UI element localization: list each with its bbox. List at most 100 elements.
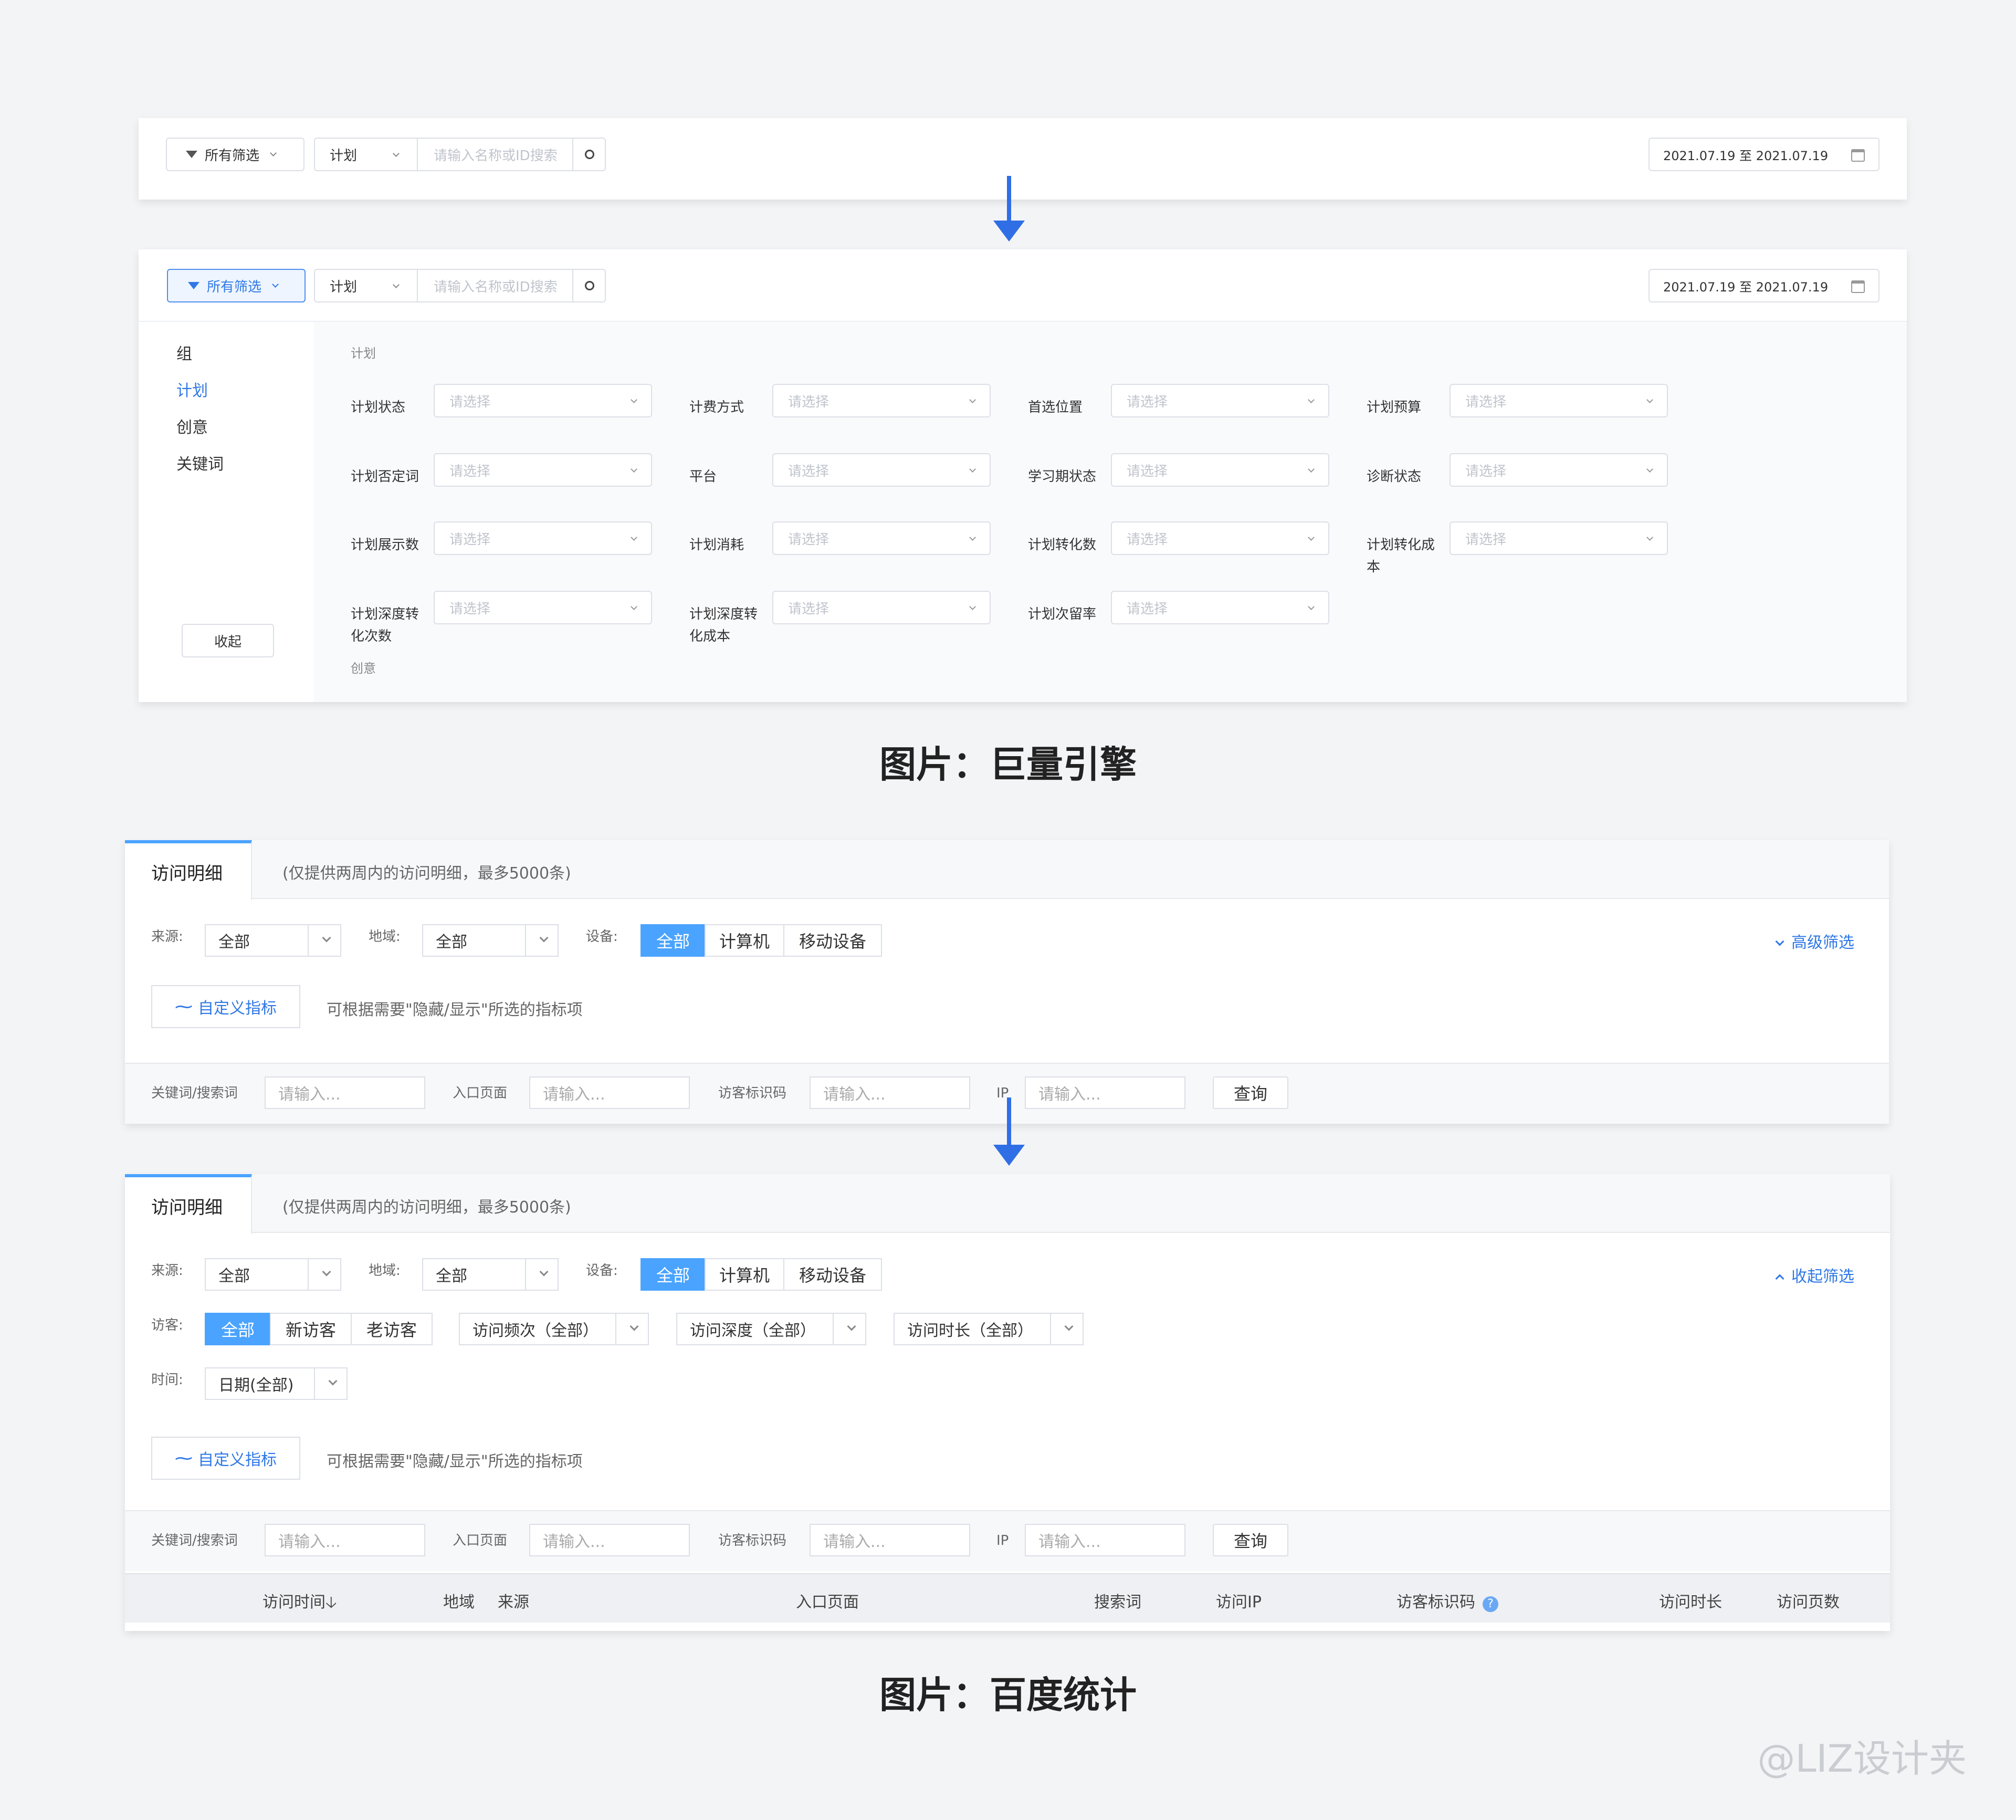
select-placeholder: 请选择: [449, 601, 491, 617]
select-placeholder: 请选择: [1127, 601, 1168, 617]
device-all[interactable]: 全部: [640, 924, 706, 957]
tab-visit-detail[interactable]: 访问明细: [125, 840, 252, 900]
pulse-icon: ⁓: [175, 996, 193, 1017]
filter-label: 诊断状态: [1367, 469, 1422, 485]
filter-select[interactable]: 请选择: [1111, 521, 1329, 555]
keyword-input[interactable]: 请输入...: [265, 1076, 425, 1109]
select-placeholder: 请选择: [1127, 463, 1168, 479]
sidebar-item-keyword[interactable]: 关键词: [176, 451, 224, 474]
visit-duration-select[interactable]: 访问时长（全部）: [894, 1313, 1084, 1345]
ip-input[interactable]: 请输入...: [1025, 1524, 1185, 1556]
chevron-down-icon: [272, 280, 279, 288]
custom-metric-button[interactable]: ⁓ 自定义指标: [151, 985, 300, 1028]
visitor-returning[interactable]: 老访客: [351, 1313, 433, 1345]
source-value: 全部: [218, 933, 250, 951]
date-range-picker[interactable]: 2021.07.19 至 2021.07.19: [1648, 138, 1880, 171]
chevron-down-icon: [539, 1267, 549, 1277]
source-select[interactable]: 全部: [205, 1258, 341, 1291]
col-visit-time[interactable]: 访问时间🡣: [262, 1589, 337, 1617]
select-placeholder: 请选择: [788, 463, 830, 479]
chevron-down-icon: [1308, 466, 1315, 473]
device-computer[interactable]: 计算机: [705, 924, 784, 957]
collapse-button[interactable]: 收起: [182, 624, 274, 657]
region-value: 全部: [436, 1267, 467, 1285]
visitor-all[interactable]: 全部: [205, 1313, 271, 1345]
region-select[interactable]: 全部: [422, 1258, 559, 1291]
sidebar-item-group[interactable]: 组: [176, 341, 192, 364]
plan-select[interactable]: 计划: [330, 276, 357, 296]
keyword-input[interactable]: 请输入...: [265, 1524, 425, 1556]
all-filters-button[interactable]: 所有筛选: [166, 138, 304, 171]
visit-frequency-select[interactable]: 访问频次（全部）: [459, 1313, 649, 1345]
visitor-code-input[interactable]: 请输入...: [810, 1524, 970, 1556]
filter-select[interactable]: 请选择: [1111, 453, 1329, 487]
bd-panel-after: 访问明细 (仅提供两周内的访问明细，最多5000条) 来源: 全部 地域: 全部…: [125, 1174, 1890, 1631]
sort-down-icon: 🡣: [326, 1593, 337, 1612]
filter-select[interactable]: 请选择: [434, 591, 652, 624]
device-mobile[interactable]: 移动设备: [783, 1258, 882, 1291]
pulse-icon: ⁓: [175, 1448, 193, 1469]
select-placeholder: 请选择: [1465, 463, 1507, 479]
region-select[interactable]: 全部: [422, 924, 559, 957]
filter-select[interactable]: 请选择: [434, 453, 652, 487]
tab-visit-detail[interactable]: 访问明细: [125, 1174, 252, 1234]
search-input[interactable]: 请输入名称或ID搜索: [434, 276, 558, 296]
collapse-filter-toggle[interactable]: 收起筛选: [1775, 1263, 1854, 1286]
filter-select[interactable]: 请选择: [772, 453, 991, 487]
filter-select[interactable]: 请选择: [1111, 591, 1329, 624]
ip-label: IP: [996, 1533, 1009, 1549]
plan-search-group: 计划 请输入名称或ID搜索: [314, 269, 606, 302]
filter-select[interactable]: 请选择: [772, 384, 991, 417]
arrow-head: [993, 1145, 1025, 1166]
advanced-filter-toggle[interactable]: 高级筛选: [1775, 929, 1854, 953]
device-computer[interactable]: 计算机: [705, 1258, 784, 1291]
filter-select[interactable]: 请选择: [1450, 384, 1668, 417]
help-icon[interactable]: ?: [1483, 1596, 1498, 1612]
filter-select[interactable]: 请选择: [1450, 521, 1668, 555]
query-button[interactable]: 查询: [1213, 1076, 1288, 1109]
search-icon[interactable]: [585, 281, 594, 290]
filter-sidebar: 组 计划 创意 关键词 收起: [139, 322, 314, 702]
chevron-down-icon: [631, 396, 637, 403]
plan-select[interactable]: 计划: [330, 145, 357, 164]
visitor-code-input[interactable]: 请输入...: [810, 1076, 970, 1109]
chevron-down-icon: [969, 396, 976, 403]
tab-note: (仅提供两周内的访问明细，最多5000条): [282, 864, 571, 883]
search-icon[interactable]: [585, 150, 594, 159]
chevron-down-icon: [1646, 534, 1653, 541]
region-label: 地域:: [369, 929, 401, 945]
device-mobile[interactable]: 移动设备: [783, 924, 882, 957]
device-all[interactable]: 全部: [640, 1258, 706, 1291]
keyword-label: 关键词/搜索词: [151, 1533, 238, 1549]
visitor-new[interactable]: 新访客: [270, 1313, 352, 1345]
filter-select[interactable]: 请选择: [434, 521, 652, 555]
all-filters-button-active[interactable]: 所有筛选: [167, 269, 306, 302]
search-input[interactable]: 请输入名称或ID搜索: [434, 145, 558, 164]
entry-page-input[interactable]: 请输入...: [529, 1524, 690, 1556]
filter-select[interactable]: 请选择: [772, 521, 991, 555]
time-select[interactable]: 日期(全部): [205, 1367, 348, 1400]
ip-input[interactable]: 请输入...: [1025, 1076, 1185, 1109]
query-button[interactable]: 查询: [1213, 1524, 1288, 1556]
filter-label: 计划消耗: [689, 537, 744, 553]
select-placeholder: 请选择: [1127, 394, 1168, 410]
filter-select[interactable]: 请选择: [772, 591, 991, 624]
date-range-text: 2021.07.19 至 2021.07.19: [1663, 279, 1829, 295]
custom-metric-button[interactable]: ⁓ 自定义指标: [151, 1437, 300, 1480]
filter-select[interactable]: 请选择: [434, 384, 652, 417]
filter-select[interactable]: 请选择: [1111, 384, 1329, 417]
device-label: 设备:: [586, 929, 618, 945]
chevron-down-icon: [270, 149, 277, 156]
visit-depth-value: 访问深度（全部）: [690, 1322, 816, 1340]
col-search-term: 搜索词: [1094, 1593, 1141, 1612]
filter-select[interactable]: 请选择: [1450, 453, 1668, 487]
chevron-down-icon: [969, 466, 976, 473]
visit-depth-select[interactable]: 访问深度（全部）: [676, 1313, 866, 1345]
sidebar-item-plan[interactable]: 计划: [176, 378, 208, 401]
all-filters-label: 所有筛选: [207, 279, 262, 295]
sidebar-item-creative[interactable]: 创意: [176, 414, 208, 437]
entry-page-input[interactable]: 请输入...: [529, 1076, 690, 1109]
all-filters-label: 所有筛选: [205, 148, 260, 164]
source-select[interactable]: 全部: [205, 924, 341, 957]
date-range-picker[interactable]: 2021.07.19 至 2021.07.19: [1648, 269, 1880, 302]
